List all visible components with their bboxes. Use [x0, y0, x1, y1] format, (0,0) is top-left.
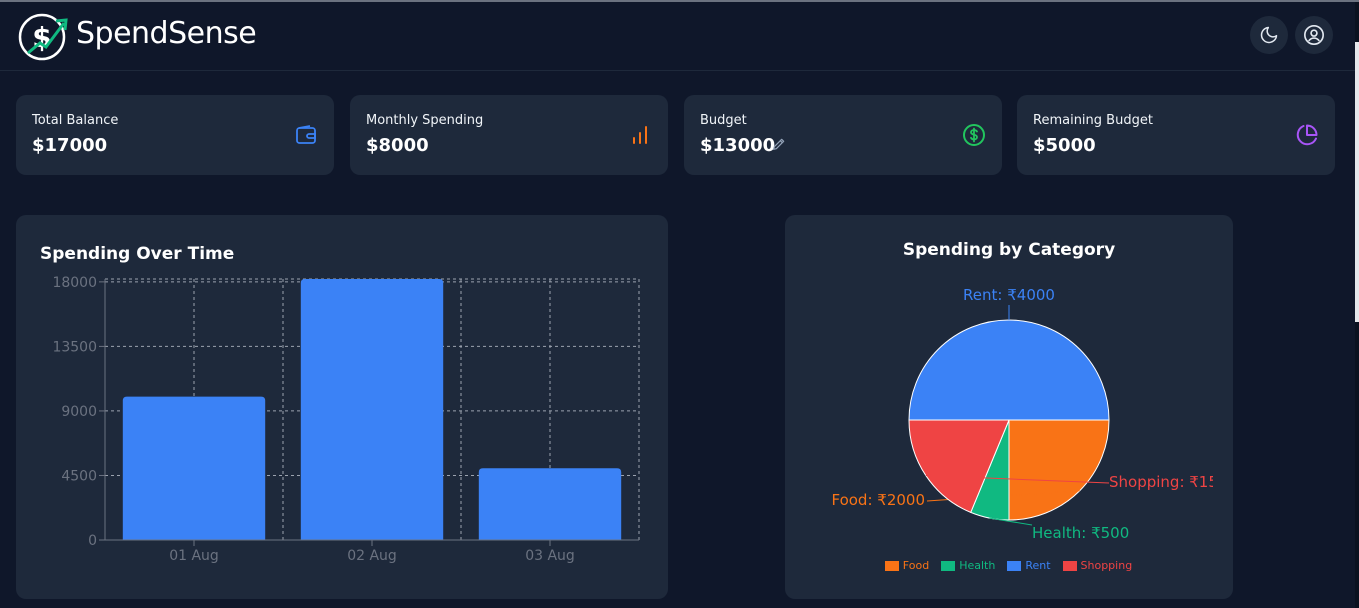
monthly-spending-card: Monthly Spending $8000	[350, 95, 668, 175]
legend-swatch	[1007, 560, 1022, 571]
budget-card: Budget $13000	[684, 95, 1002, 175]
y-tick-label: 9000	[61, 404, 97, 420]
legend-swatch	[1062, 560, 1077, 571]
total-balance-card: Total Balance $17000	[16, 95, 334, 175]
app-header: $ SpendSense	[0, 2, 1355, 71]
card-value: $8000	[366, 135, 429, 156]
bar-chart-icon	[633, 126, 647, 144]
pie-chart-icon	[1296, 124, 1318, 146]
theme-toggle-button[interactable]	[1250, 16, 1288, 54]
card-value: $5000	[1033, 135, 1096, 156]
legend-label: Health	[959, 559, 996, 572]
bar-03-aug	[478, 468, 622, 540]
spending-by-category-panel: Spending by Category Rent: ₹4000 Food: ₹2…	[785, 215, 1233, 599]
x-tick-label: 02 Aug	[347, 548, 397, 564]
y-tick-label: 13500	[52, 339, 97, 355]
pie-legend: Food Health Rent Shopping	[785, 559, 1232, 572]
card-value: $17000	[32, 135, 108, 156]
card-label: Total Balance	[32, 113, 119, 128]
pencil-icon[interactable]	[771, 136, 787, 152]
y-tick-label: 18000	[52, 275, 97, 291]
legend-item-health[interactable]: Health	[941, 559, 995, 572]
spending-over-time-panel: Spending Over Time 0 4500 9000 13500 18000 01…	[16, 215, 668, 599]
legend-label: Food	[902, 559, 930, 572]
y-tick-label: 4500	[61, 468, 97, 484]
moon-icon	[1260, 26, 1278, 44]
svg-text:$: $	[32, 21, 51, 54]
pie-slice-rent	[908, 319, 1110, 421]
bar-01-aug	[122, 396, 266, 540]
legend-swatch	[941, 560, 956, 571]
x-tick-label: 01 Aug	[169, 548, 219, 564]
bar-02-aug	[300, 279, 444, 540]
pie-slice-food	[1008, 419, 1110, 521]
x-tick-label: 03 Aug	[525, 548, 575, 564]
wallet-icon	[296, 125, 316, 144]
card-value: $13000	[700, 135, 776, 156]
remaining-budget-card: Remaining Budget $5000	[1017, 95, 1335, 175]
profile-button[interactable]	[1295, 16, 1333, 54]
y-tick-label: 0	[88, 533, 97, 549]
dollar-circle-icon	[963, 124, 985, 146]
pie-label-health: Health: ₹500	[1032, 524, 1129, 542]
brand-name: SpendSense	[76, 16, 257, 51]
card-label: Remaining Budget	[1033, 113, 1153, 128]
legend-label: Shopping	[1080, 559, 1133, 572]
legend-item-shopping[interactable]: Shopping	[1062, 559, 1133, 572]
legend-label: Rent	[1025, 559, 1051, 572]
pie-chart: Rent: ₹4000 Food: ₹2000 Health: ₹500 Shoppi…	[831, 286, 1213, 542]
bar-chart: 0 4500 9000 13500 18000 01 Aug 02 Aug 03 Aug	[52, 275, 640, 564]
user-circle-icon	[1304, 25, 1324, 45]
card-label: Budget	[700, 113, 747, 128]
pie-label-food: Food: ₹2000	[831, 491, 925, 509]
scrollbar-thumb[interactable]	[1355, 42, 1359, 322]
pie-label-rent: Rent: ₹4000	[963, 286, 1055, 304]
legend-item-rent[interactable]: Rent	[1007, 559, 1051, 572]
legend-swatch	[884, 560, 899, 571]
card-label: Monthly Spending	[366, 113, 484, 128]
spendsense-logo-icon: $	[18, 13, 68, 61]
legend-item-food[interactable]: Food	[884, 559, 930, 572]
pie-label-shopping: Shopping: ₹1500	[1109, 473, 1213, 491]
